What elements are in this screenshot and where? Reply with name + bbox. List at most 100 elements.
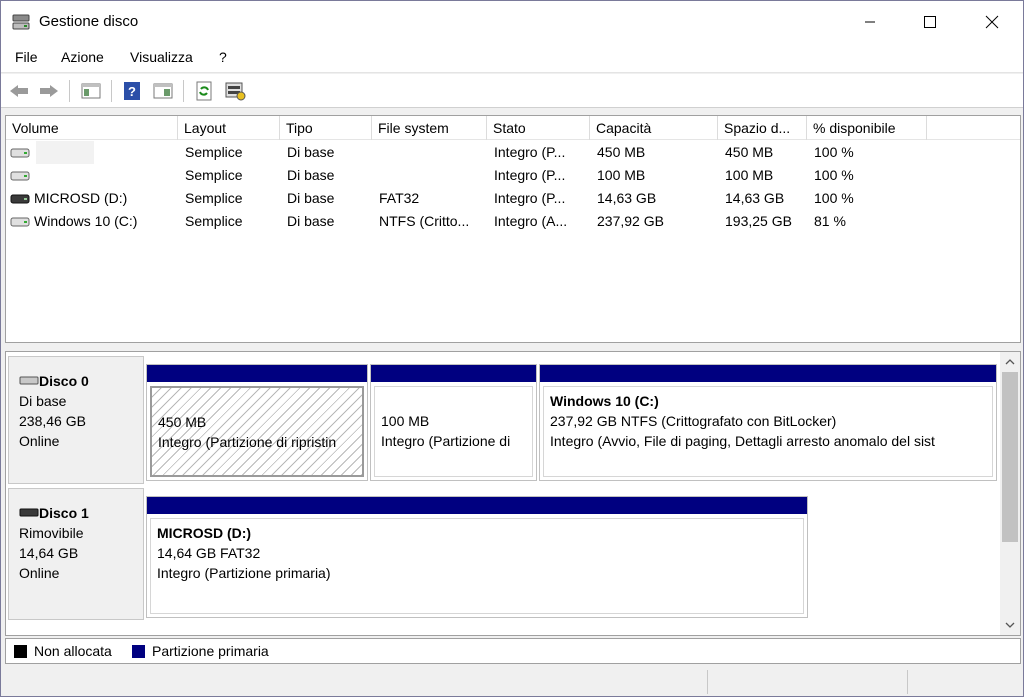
disk-1-type: Rimovibile — [19, 525, 84, 541]
legend-unallocated-label: Non allocata — [34, 643, 112, 659]
chevron-up-icon — [1005, 359, 1015, 365]
maximize-icon — [924, 16, 936, 28]
volume-row[interactable]: MICROSD (D:) Semplice Di base FAT32 Inte… — [6, 187, 1020, 210]
status-bar — [1, 666, 1023, 696]
column-header-stato[interactable]: Stato — [487, 116, 590, 140]
column-header-volume[interactable]: Volume — [6, 116, 178, 140]
partition-header-bar — [147, 497, 807, 514]
volume-perc: 81 % — [814, 213, 846, 229]
column-header-layout[interactable]: Layout — [178, 116, 280, 140]
volume-list[interactable]: Volume Layout Tipo File system Stato Cap… — [5, 115, 1021, 343]
volume-capacita: 14,63 GB — [597, 190, 657, 206]
disk-1-status: Online — [19, 565, 60, 581]
volume-fs: NTFS (Critto... — [379, 213, 470, 229]
partition-status: Integro (Partizione primaria) — [157, 565, 331, 581]
partition-header-bar — [371, 365, 536, 382]
volume-spazio: 100 MB — [725, 167, 774, 183]
disk-management-window: Gestione disco File Azione Visualizza ? … — [0, 0, 1024, 697]
legend: Non allocata Partizione primaria — [5, 638, 1021, 664]
help-button[interactable]: ? — [120, 79, 144, 103]
partition-size: 100 MB — [381, 413, 430, 429]
volume-stato: Integro (P... — [494, 144, 566, 160]
minimize-button[interactable] — [847, 1, 893, 43]
disk-0-status: Online — [19, 433, 60, 449]
close-button[interactable] — [969, 1, 1015, 43]
status-divider — [707, 670, 708, 694]
volume-stato: Integro (P... — [494, 190, 566, 206]
scroll-up-button[interactable] — [1000, 352, 1020, 372]
volume-spazio: 14,63 GB — [725, 190, 785, 206]
column-header-file-system[interactable]: File system — [372, 116, 487, 140]
refresh-button[interactable] — [192, 79, 216, 103]
partition-windows-c[interactable]: Windows 10 (C:) 237,92 GB NTFS (Crittogr… — [539, 364, 997, 481]
volume-perc: 100 % — [814, 167, 854, 183]
column-header-spazio[interactable]: Spazio d... — [718, 116, 807, 140]
disk-0-type: Di base — [19, 393, 67, 409]
menu-bar: File Azione Visualizza ? — [1, 43, 1023, 73]
console-tree-button[interactable] — [79, 79, 103, 103]
chevron-down-icon — [1005, 622, 1015, 628]
volume-tipo: Di base — [287, 167, 335, 183]
volume-layout: Semplice — [185, 144, 243, 160]
volume-row[interactable]: Semplice Di base Integro (P... 450 MB 45… — [6, 141, 1020, 164]
disk-1-name: Disco 1 — [39, 505, 89, 521]
volume-stato: Integro (A... — [494, 213, 568, 229]
volume-name: MICROSD (D:) — [34, 190, 128, 206]
disk-0-name: Disco 0 — [39, 373, 89, 389]
maximize-button[interactable] — [907, 1, 953, 43]
partition-header-bar — [540, 365, 996, 382]
partition-title — [158, 392, 362, 412]
menu-visualizza[interactable]: Visualizza — [130, 49, 193, 65]
partition-recovery[interactable]: 450 MB Integro (Partizione di ripristin — [146, 364, 368, 481]
volume-row[interactable]: Semplice Di base Integro (P... 100 MB 10… — [6, 164, 1020, 187]
partition-title: Windows 10 (C:) — [550, 393, 659, 409]
disk-1-label[interactable]: Disco 1 Rimovibile 14,64 GB Online — [8, 488, 144, 620]
legend-swatch-unallocated — [14, 645, 27, 658]
toolbar: ? — [1, 74, 1023, 108]
volume-layout: Semplice — [185, 213, 243, 229]
volume-tipo: Di base — [287, 144, 335, 160]
forward-button[interactable] — [37, 79, 61, 103]
back-icon — [10, 85, 28, 97]
toolbar-separator — [183, 80, 184, 102]
disk-panel-scrollbar[interactable] — [1000, 352, 1020, 635]
scroll-thumb[interactable] — [1002, 372, 1018, 542]
volume-tipo: Di base — [287, 213, 335, 229]
column-header-capacita[interactable]: Capacità — [590, 116, 718, 140]
volume-stato: Integro (P... — [494, 167, 566, 183]
volume-row[interactable]: Windows 10 (C:) Semplice Di base NTFS (C… — [6, 210, 1020, 233]
menu-azione[interactable]: Azione — [61, 49, 104, 65]
scroll-down-button[interactable] — [1000, 615, 1020, 635]
column-header-perc-disponibile[interactable]: % disponibile — [807, 116, 927, 140]
volume-perc: 100 % — [814, 190, 854, 206]
disk-1-size: 14,64 GB — [19, 545, 79, 561]
forward-icon — [40, 85, 58, 97]
close-icon — [985, 15, 999, 29]
disk-0-label[interactable]: Disco 0 Di base 238,46 GB Online — [8, 356, 144, 484]
volume-name: Windows 10 (C:) — [34, 213, 138, 229]
partition-body: 450 MB Integro (Partizione di ripristin — [150, 386, 364, 477]
menu-help[interactable]: ? — [219, 49, 227, 65]
back-button[interactable] — [7, 79, 31, 103]
partition-title: MICROSD (D:) — [157, 525, 252, 541]
disk-0-size: 238,46 GB — [19, 413, 86, 429]
properties-button[interactable] — [151, 79, 175, 103]
rescan-button[interactable] — [223, 79, 247, 103]
volume-spazio: 193,25 GB — [725, 213, 792, 229]
drive-icon — [10, 217, 30, 227]
svg-text:?: ? — [128, 84, 136, 99]
partition-status: Integro (Partizione di — [381, 433, 511, 449]
partition-efi[interactable]: 100 MB Integro (Partizione di — [370, 364, 537, 481]
window-title: Gestione disco — [39, 13, 139, 30]
partition-title — [381, 391, 532, 411]
volume-spazio: 450 MB — [725, 144, 774, 160]
column-header-tipo[interactable]: Tipo — [280, 116, 372, 140]
partition-microsd-d[interactable]: MICROSD (D:) 14,64 GB FAT32 Integro (Par… — [146, 496, 808, 618]
drive-icon — [10, 148, 30, 158]
volume-tipo: Di base — [287, 190, 335, 206]
drive-icon — [10, 171, 30, 181]
partition-header-bar — [147, 365, 367, 382]
volume-capacita: 450 MB — [597, 144, 646, 160]
menu-file[interactable]: File — [15, 49, 38, 65]
volume-name — [36, 141, 94, 164]
